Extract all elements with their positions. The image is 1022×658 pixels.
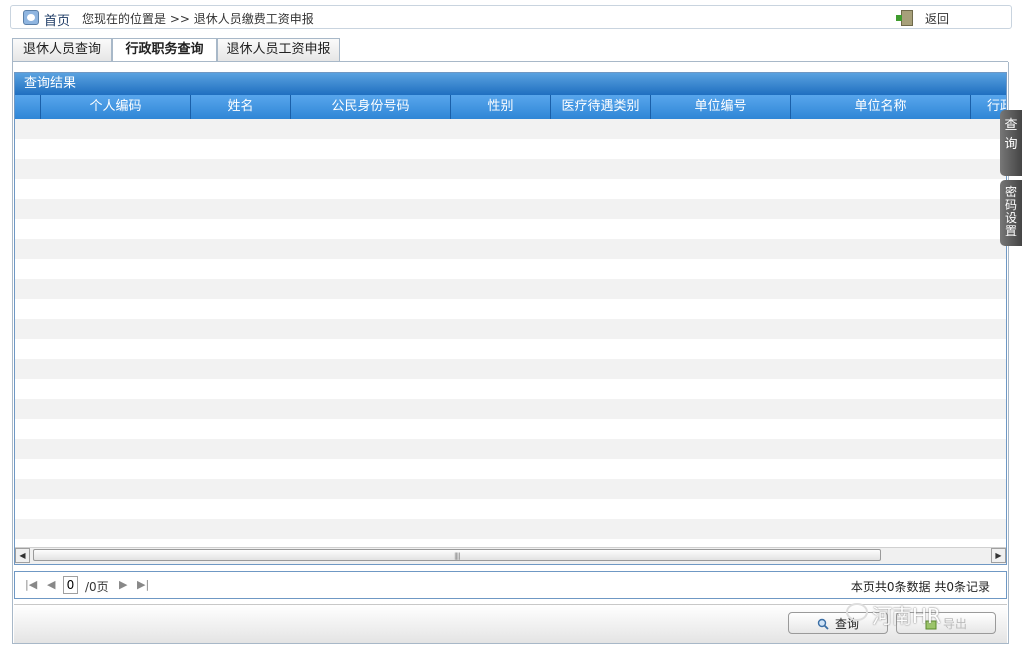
prev-page-icon[interactable]: ◀ bbox=[47, 578, 55, 591]
home-link[interactable]: 首页 bbox=[44, 10, 70, 29]
grip-icon: |||| bbox=[454, 552, 461, 560]
magnifier-icon bbox=[817, 618, 829, 630]
horizontal-scrollbar[interactable]: ◀ |||| ▶ bbox=[15, 547, 1006, 564]
column-header-id-number[interactable]: 公民身份号码 bbox=[291, 95, 451, 119]
grid-body bbox=[15, 119, 1006, 544]
last-page-icon[interactable]: ▶| bbox=[137, 578, 149, 591]
export-button-label: 导出 bbox=[942, 617, 967, 631]
home-icon[interactable] bbox=[23, 10, 39, 25]
tab-retiree-query[interactable]: 退休人员查询 bbox=[12, 38, 112, 61]
page-total: /0页 bbox=[85, 580, 109, 594]
tab-admin-position-query[interactable]: 行政职务查询 bbox=[112, 38, 217, 63]
next-page-icon[interactable]: ▶ bbox=[119, 578, 127, 591]
record-summary: 本页共0条数据 共0条记录 bbox=[850, 580, 990, 594]
tab-retiree-salary-declare[interactable]: 退休人员工资申报 bbox=[217, 38, 340, 61]
side-tab-password-label: 密码设置 bbox=[1004, 185, 1017, 238]
column-header-medical-category[interactable]: 医疗待遇类别 bbox=[551, 95, 651, 119]
column-header-personal-code[interactable]: 个人编码 bbox=[41, 95, 191, 119]
scroll-left-arrow-icon[interactable]: ◀ bbox=[15, 548, 30, 563]
scrollbar-thumb[interactable]: |||| bbox=[33, 549, 881, 561]
side-tab-password-settings[interactable]: 密码设置 bbox=[1000, 180, 1022, 246]
pagination-bar: |◀ ◀ /0页 ▶ ▶| 本页共0条数据 共0条记录 bbox=[14, 571, 1007, 599]
grid-header: 个人编码 姓名 公民身份号码 性别 医疗待遇类别 单位编号 单位名称 行政 bbox=[15, 95, 1006, 119]
column-header-gender[interactable]: 性别 bbox=[451, 95, 551, 119]
results-grid: 查询结果 个人编码 姓名 公民身份号码 性别 医疗待遇类别 单位编号 单位名称 … bbox=[14, 72, 1007, 565]
back-link[interactable]: 返回 bbox=[925, 10, 949, 27]
side-tab-query-label: 查 询 bbox=[1004, 118, 1018, 152]
page-number-input[interactable] bbox=[63, 576, 78, 594]
breadcrumb-bar: 首页 您现在的位置是 >> 退休人员缴费工资申报 返回 bbox=[10, 5, 1012, 29]
column-header-unit-code[interactable]: 单位编号 bbox=[651, 95, 791, 119]
first-page-icon[interactable]: |◀ bbox=[25, 578, 37, 591]
side-tab-query[interactable]: 查 询 bbox=[1000, 110, 1022, 176]
breadcrumb: 您现在的位置是 >> 退休人员缴费工资申报 bbox=[82, 12, 314, 26]
scroll-right-arrow-icon[interactable]: ▶ bbox=[991, 548, 1006, 563]
wechat-logo-icon bbox=[846, 603, 868, 621]
watermark: 河南HR bbox=[872, 604, 941, 628]
exit-door-icon[interactable] bbox=[896, 10, 913, 26]
column-header-unit-name[interactable]: 单位名称 bbox=[791, 95, 971, 119]
grid-title: 查询结果 bbox=[15, 73, 1006, 95]
column-header-name[interactable]: 姓名 bbox=[191, 95, 291, 119]
column-header-rownum[interactable] bbox=[15, 95, 41, 119]
